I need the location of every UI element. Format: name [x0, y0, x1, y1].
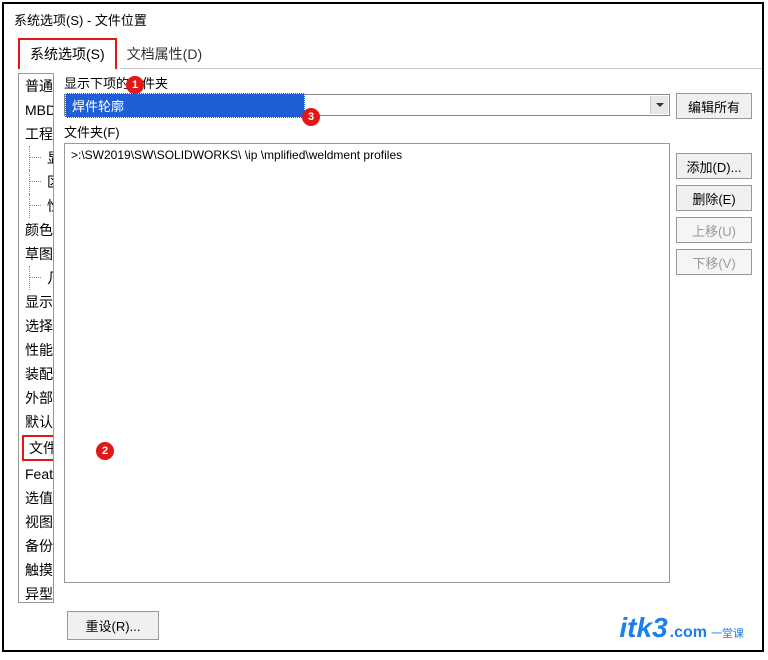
tree-item[interactable]: 选值框增量值 — [19, 486, 53, 510]
dropdown-selected-value: 焊件轮廓 — [65, 93, 305, 118]
move-down-button: 下移(V) — [676, 249, 752, 275]
tab-system-options[interactable]: 系统选项(S) — [18, 38, 117, 69]
redaction-scribble-icon — [432, 117, 492, 131]
tree-item[interactable]: 普通 — [19, 74, 53, 98]
watermark-brand: itk3 — [619, 612, 667, 644]
tab-bar: 系统选项(S) 文档属性(D) — [4, 41, 762, 69]
watermark-domain: .com — [670, 624, 707, 642]
show-folder-label: 显示下项的文件夹 — [64, 73, 670, 92]
watermark: itk3.com 一堂课 — [619, 612, 744, 644]
tree-item[interactable]: 草图 — [19, 242, 53, 266]
tree-item[interactable]: 显示 — [19, 290, 53, 314]
tree-item[interactable]: MBD — [19, 98, 53, 122]
tree-item[interactable]: 外部参考 — [19, 386, 53, 410]
tree-item[interactable]: 视图 — [19, 510, 53, 534]
callout-badge-1: 1 — [126, 76, 144, 94]
tree-item-file-locations[interactable]: 文件位置 — [22, 435, 54, 461]
content-area: 普通 MBD 工程图 显示类型 区域剖面线/填充 性能 颜色 草图 几何关系/捕… — [4, 69, 762, 603]
chevron-down-icon[interactable] — [650, 96, 668, 114]
tree-item[interactable]: 区域剖面线/填充 — [19, 170, 53, 194]
tree-item[interactable]: FeatureManager — [19, 462, 53, 486]
callout-badge-2: 2 — [96, 442, 114, 460]
tree-item[interactable]: 备份/恢复 — [19, 534, 53, 558]
add-button[interactable]: 添加(D)... — [676, 153, 752, 179]
tree-item[interactable]: 性能 — [19, 338, 53, 362]
tree-item[interactable]: 几何关系/捕捉 — [19, 266, 53, 290]
tree-item[interactable]: 异型孔向导/Toolbox — [19, 582, 53, 603]
bottom-bar: 重设(R)... — [18, 611, 208, 640]
watermark-subtitle: 一堂课 — [711, 629, 744, 640]
options-tree[interactable]: 普通 MBD 工程图 显示类型 区域剖面线/填充 性能 颜色 草图 几何关系/捕… — [18, 73, 54, 603]
reset-button[interactable]: 重设(R)... — [67, 611, 160, 640]
tree-item[interactable]: 性能 — [19, 194, 53, 218]
tree-item[interactable]: 选择 — [19, 314, 53, 338]
folder-section: 显示下项的文件夹 焊件轮廓 文件夹(F) >:\SW2019\SW\SOLIDW… — [64, 73, 670, 603]
folders-label: 文件夹(F) — [64, 122, 670, 141]
delete-button[interactable]: 删除(E) — [676, 185, 752, 211]
tree-item[interactable]: 工程图 — [19, 122, 53, 146]
callout-badge-3: 3 — [302, 108, 320, 126]
window-title: 系统选项(S) - 文件位置 — [4, 4, 762, 35]
edit-all-button[interactable]: 编辑所有 — [676, 93, 752, 119]
tree-item[interactable]: 显示类型 — [19, 146, 53, 170]
tree-item[interactable]: 默认模板 — [19, 410, 53, 434]
dialog-window: 系统选项(S) - 文件位置 系统选项(S) 文档属性(D) 普通 MBD 工程… — [2, 2, 764, 652]
button-column: 编辑所有 添加(D)... 删除(E) 上移(U) 下移(V) — [676, 73, 752, 603]
move-up-button: 上移(U) — [676, 217, 752, 243]
folder-list[interactable]: >:\SW2019\SW\SOLIDWORKS\ \ip \mplified\w… — [64, 143, 670, 583]
tree-item[interactable]: 颜色 — [19, 218, 53, 242]
folder-type-dropdown[interactable]: 焊件轮廓 — [64, 94, 670, 116]
right-panel: 显示下项的文件夹 焊件轮廓 文件夹(F) >:\SW2019\SW\SOLIDW… — [64, 73, 752, 603]
tree-item[interactable]: 装配体 — [19, 362, 53, 386]
tab-doc-properties[interactable]: 文档属性(D) — [117, 40, 212, 69]
tree-item[interactable]: 触摸 — [19, 558, 53, 582]
folder-list-item[interactable]: >:\SW2019\SW\SOLIDWORKS\ \ip \mplified\w… — [67, 146, 667, 164]
